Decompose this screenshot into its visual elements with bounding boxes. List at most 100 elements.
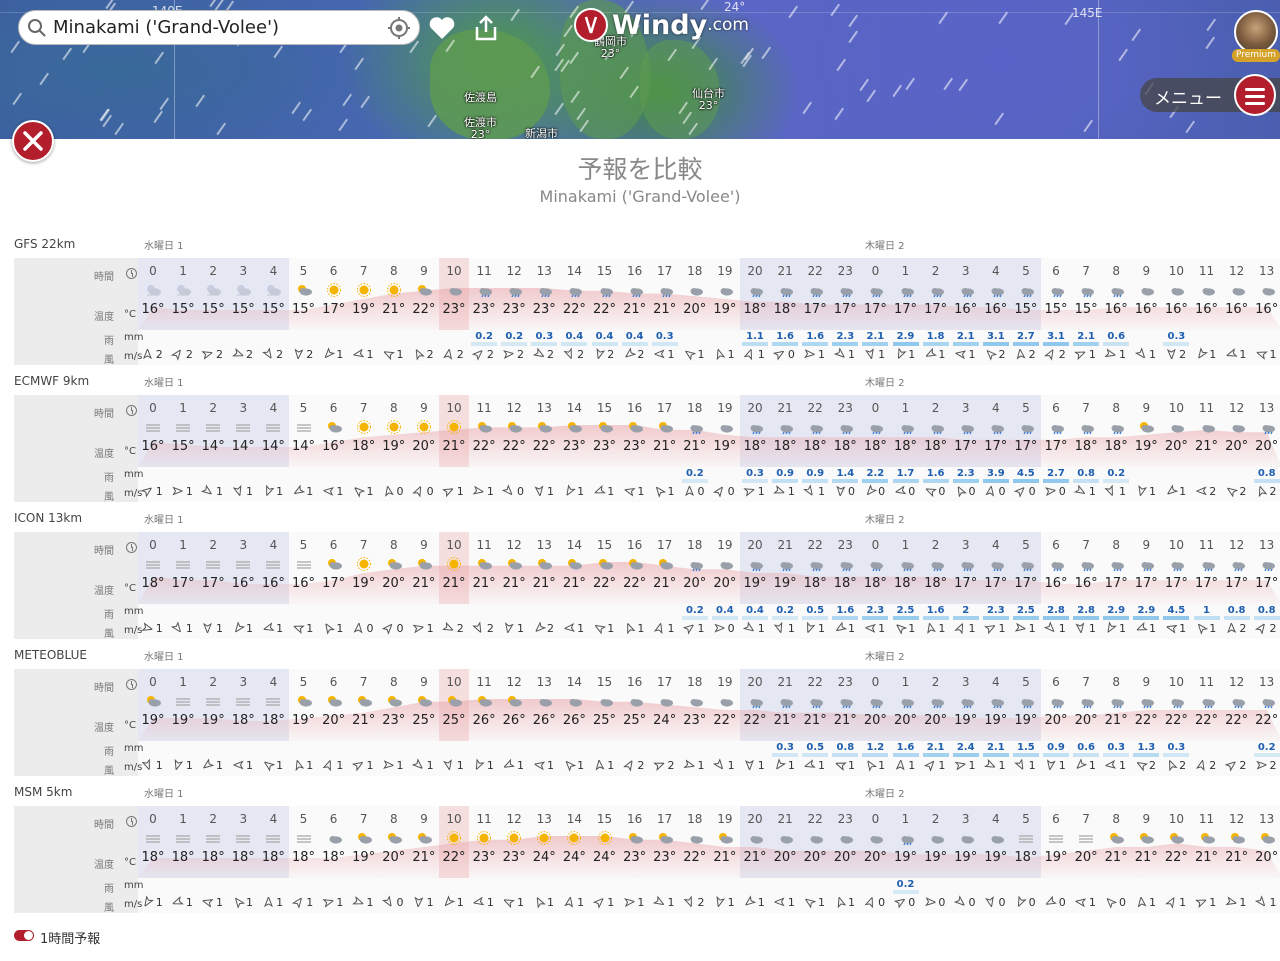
map-place[interactable]: 佐渡市 23° [464, 117, 497, 140]
hour-cell: 3 [239, 264, 248, 278]
hour-cell: 18 [687, 538, 703, 552]
temp-cell: 18° [893, 576, 918, 591]
map-background[interactable]: 140E 145E 24° 鶴岡市23° 佐渡島 佐渡市23° 新潟市 仙台市2… [0, 0, 1280, 139]
rain-bar [952, 616, 979, 620]
rain-cell: 1.5 [1017, 742, 1035, 753]
share-icon[interactable] [471, 13, 501, 43]
rain-bar [1133, 753, 1160, 757]
hour-cell: 18 [687, 264, 703, 278]
wind-cell: 1 [1011, 622, 1041, 635]
rain-cloud-icon [1107, 694, 1125, 709]
wind-cell: 1 [620, 622, 650, 635]
rain-cloud-icon [927, 557, 945, 572]
hour-cell: 11 [1198, 538, 1215, 552]
cloud-icon [686, 831, 704, 845]
hour-cell: 8 [1112, 812, 1120, 826]
hamburger-menu-button[interactable] [1234, 74, 1276, 116]
map-place[interactable]: 佐渡島 [464, 92, 497, 104]
windy-logo[interactable]: Windy .com [574, 8, 749, 42]
row-label-wind: 風 [104, 629, 114, 640]
row-label-rain: 雨 [104, 336, 114, 347]
avatar[interactable] [1234, 10, 1278, 54]
gps-target-icon[interactable] [387, 16, 411, 40]
wind-arrow-icon [141, 758, 151, 771]
wind-cell: 1 [800, 348, 830, 361]
wind-arrow-icon [1107, 621, 1118, 634]
sun-cloud-icon [385, 557, 403, 571]
wind-arrow-icon [895, 758, 905, 771]
rain-bar [862, 616, 889, 620]
wind-arrow-icon [653, 621, 663, 635]
hour-cell: 8 [389, 401, 398, 415]
row-label-rain: 雨 [104, 610, 114, 621]
fog-icon [144, 831, 162, 845]
windy-logo-icon [574, 8, 608, 42]
wind-arrow-icon [442, 488, 455, 498]
wind-arrow-icon [1043, 621, 1056, 633]
temp-cell: 25° [442, 713, 466, 728]
wind-particle [943, 77, 953, 90]
wind-cell: 1 [439, 895, 469, 909]
wind-cell: 1 [830, 895, 860, 909]
rain-bar [892, 890, 919, 894]
temperature-curve [138, 699, 1280, 741]
rain-cell: 0.3 [655, 331, 674, 342]
wind-cell: 1 [499, 758, 529, 772]
cloud-icon [1167, 420, 1185, 434]
cloud-icon [716, 283, 734, 297]
sun-cloud-icon [415, 557, 433, 571]
hour-cell: 13 [1259, 812, 1275, 826]
wind-cell: 1 [289, 484, 319, 498]
wind-cell: 1 [319, 896, 349, 909]
temp-cell: 16° [1164, 302, 1188, 317]
wind-cell: 1 [168, 758, 198, 772]
heart-icon[interactable] [427, 13, 457, 43]
map-place[interactable]: 仙台市 23° [692, 88, 725, 112]
wind-cell: 1 [559, 484, 589, 498]
wind-arrow-icon [292, 484, 305, 495]
wind-arrow-icon [745, 759, 755, 772]
wind-arrow-icon [593, 624, 606, 635]
temp-cell: 22° [562, 302, 586, 317]
rain-cloud-icon [776, 694, 794, 709]
search-box[interactable]: Minakami ('Grand-Volee') [18, 10, 420, 45]
rain-cloud-icon [897, 557, 915, 572]
hour-cell: 7 [359, 812, 368, 826]
wind-particle [427, 114, 437, 127]
hour-cell: 23 [837, 675, 853, 689]
cloud-icon [836, 831, 854, 845]
wind-arrow-icon [536, 896, 546, 909]
wind-cell: 0 [1011, 895, 1041, 909]
wind-cell: 2 [1222, 485, 1252, 498]
temp-cell: 21° [653, 439, 677, 454]
rain-cell: 2.1 [1077, 331, 1095, 342]
close-button[interactable] [12, 120, 54, 162]
temp-cell: 21° [532, 576, 556, 591]
hour-cell: 3 [239, 675, 248, 689]
rain-cell: 2.1 [866, 331, 885, 342]
fog-icon [204, 420, 222, 434]
hour-cell: 19 [717, 401, 733, 415]
wind-cell: 1 [1041, 759, 1071, 772]
temp-cell: 24° [653, 713, 677, 728]
wind-cell: 1 [319, 622, 349, 635]
hour-cell: 3 [961, 812, 970, 826]
search-input[interactable]: Minakami ('Grand-Volee') [53, 17, 387, 38]
rain-bar [1103, 753, 1130, 757]
temp-cell: 19° [984, 850, 1008, 865]
wind-arrow-icon [1104, 484, 1114, 497]
wind-cell: 1 [710, 758, 740, 772]
wind-particle [1185, 120, 1195, 133]
hour-cell: 21 [777, 812, 793, 826]
hour-cell: 6 [1052, 264, 1060, 278]
wind-arrow-icon [351, 761, 364, 772]
rain-cloud-icon [806, 694, 824, 709]
wind-arrow-icon [897, 347, 907, 360]
wind-arrow-icon [562, 623, 575, 632]
hour-cell: 7 [1082, 538, 1090, 552]
wind-arrow-icon [924, 488, 937, 498]
wind-cell: 1 [740, 621, 770, 635]
map-place[interactable]: 新潟市 [525, 128, 558, 140]
hourly-forecast-toggle[interactable] [14, 930, 34, 941]
rain-bar [892, 753, 919, 757]
